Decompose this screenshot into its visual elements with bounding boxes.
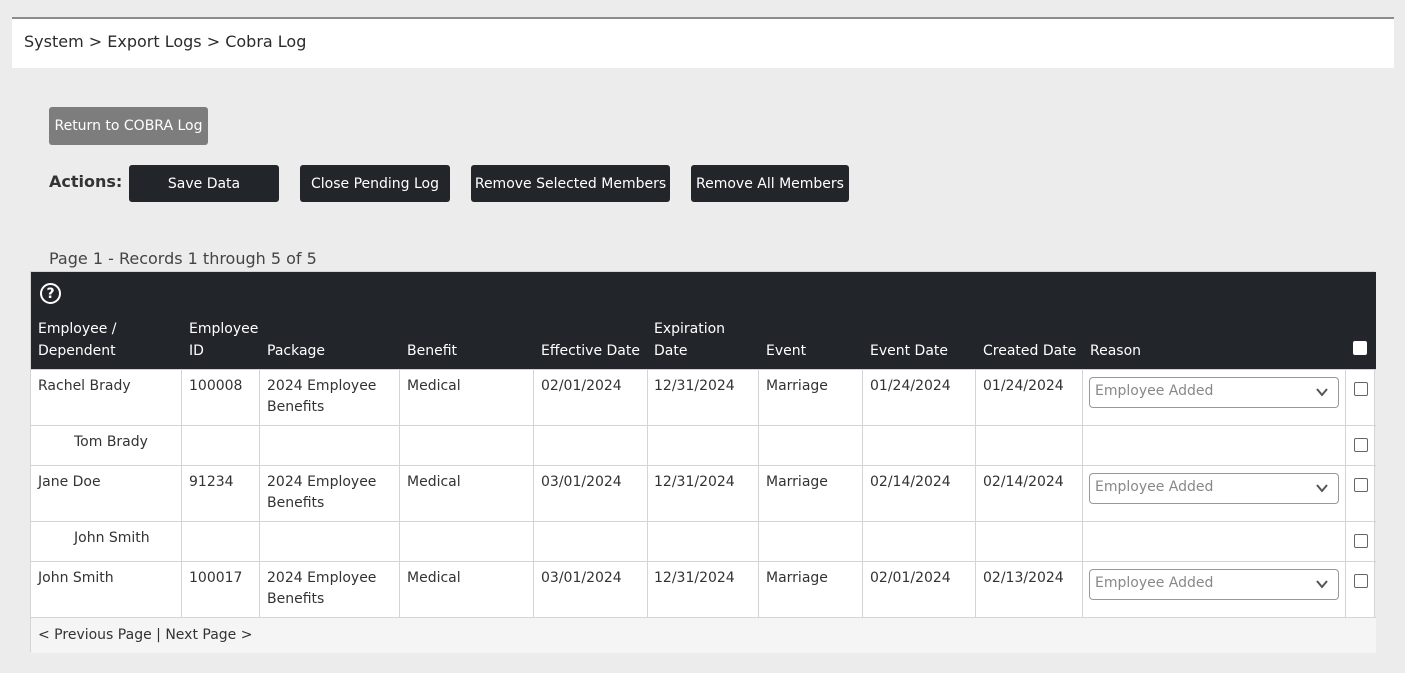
chevron-down-icon [1316, 388, 1328, 397]
reason-select[interactable]: Employee Added [1089, 377, 1339, 408]
event: Marriage [766, 570, 828, 586]
expiration-date: 12/31/2024 [654, 474, 735, 490]
header-expiration-date: Expiration Date [654, 321, 726, 359]
header-event: Event [766, 343, 807, 359]
reason-select-value: Employee Added [1095, 575, 1214, 591]
created-date: 02/13/2024 [983, 570, 1064, 586]
dependent-name: Tom Brady [74, 434, 148, 450]
employee-name: John Smith [38, 570, 114, 586]
benefit: Medical [407, 378, 461, 394]
reason-select-value: Employee Added [1095, 479, 1214, 495]
header-package: Package [267, 343, 326, 359]
table-row: Jane Doe 91234 2024 Employee Benefits Med… [31, 465, 1376, 521]
header-reason: Reason [1090, 343, 1142, 359]
benefit: Medical [407, 570, 461, 586]
package: 2024 Employee Benefits [267, 570, 377, 607]
return-to-cobra-log-button[interactable]: Return to COBRA Log [49, 107, 208, 145]
employee-name: Rachel Brady [38, 378, 131, 394]
created-date: 02/14/2024 [983, 474, 1064, 490]
header-created-date: Created Date [983, 343, 1077, 359]
expiration-date: 12/31/2024 [654, 570, 735, 586]
employee-id: 100008 [189, 378, 243, 394]
benefit: Medical [407, 474, 461, 490]
row-checkbox[interactable] [1354, 534, 1368, 548]
chevron-down-icon [1316, 580, 1328, 589]
remove-selected-members-button[interactable]: Remove Selected Members [471, 165, 670, 202]
employee-name: Jane Doe [38, 474, 101, 490]
remove-all-members-button[interactable]: Remove All Members [691, 165, 849, 202]
event-date: 02/01/2024 [870, 570, 951, 586]
close-pending-log-button[interactable]: Close Pending Log [300, 165, 450, 202]
effective-date: 03/01/2024 [541, 570, 622, 586]
pagination-separator: | [151, 627, 166, 643]
table-row: John Smith [31, 521, 1376, 561]
header-event-date: Event Date [870, 343, 949, 359]
effective-date: 02/01/2024 [541, 378, 622, 394]
select-all-checkbox[interactable] [1353, 341, 1367, 355]
table-header: ? Employee / Dependent Employee ID Package… [31, 272, 1376, 369]
event: Marriage [766, 474, 828, 490]
next-page-link[interactable]: Next Page > [165, 627, 252, 643]
header-effective-date: Effective Date [541, 343, 640, 359]
table-row: John Smith 100017 2024 Employee Benefits … [31, 561, 1376, 617]
row-checkbox[interactable] [1354, 574, 1368, 588]
cobra-log-table: ? Employee / Dependent Employee ID Package… [30, 271, 1376, 653]
reason-select[interactable]: Employee Added [1089, 569, 1339, 600]
row-checkbox[interactable] [1354, 478, 1368, 492]
row-checkbox[interactable] [1354, 438, 1368, 452]
breadcrumb: System > Export Logs > Cobra Log [12, 19, 1394, 68]
table-row: Rachel Brady 100008 2024 Employee Benefit… [31, 369, 1376, 425]
save-data-button[interactable]: Save Data [129, 165, 279, 202]
actions-label: Actions: [49, 172, 123, 191]
help-icon[interactable]: ? [40, 283, 61, 304]
employee-id: 91234 [189, 474, 234, 490]
event: Marriage [766, 378, 828, 394]
event-date: 02/14/2024 [870, 474, 951, 490]
row-checkbox[interactable] [1354, 382, 1368, 396]
reason-select[interactable]: Employee Added [1089, 473, 1339, 504]
chevron-down-icon [1316, 484, 1328, 493]
package: 2024 Employee Benefits [267, 474, 377, 511]
event-date: 01/24/2024 [870, 378, 951, 394]
effective-date: 03/01/2024 [541, 474, 622, 490]
expiration-date: 12/31/2024 [654, 378, 735, 394]
created-date: 01/24/2024 [983, 378, 1064, 394]
table-footer: < Previous Page | Next Page > [31, 617, 1376, 653]
reason-select-value: Employee Added [1095, 383, 1214, 399]
dependent-name: John Smith [74, 530, 150, 546]
header-employee-dependent: Employee / Dependent [38, 321, 117, 359]
header-employee-id: Employee ID [189, 321, 259, 359]
paging-info: Page 1 - Records 1 through 5 of 5 [49, 249, 317, 268]
header-benefit: Benefit [407, 343, 458, 359]
table-row: Tom Brady [31, 425, 1376, 465]
employee-id: 100017 [189, 570, 243, 586]
package: 2024 Employee Benefits [267, 378, 377, 415]
previous-page-link[interactable]: < Previous Page [38, 627, 152, 643]
